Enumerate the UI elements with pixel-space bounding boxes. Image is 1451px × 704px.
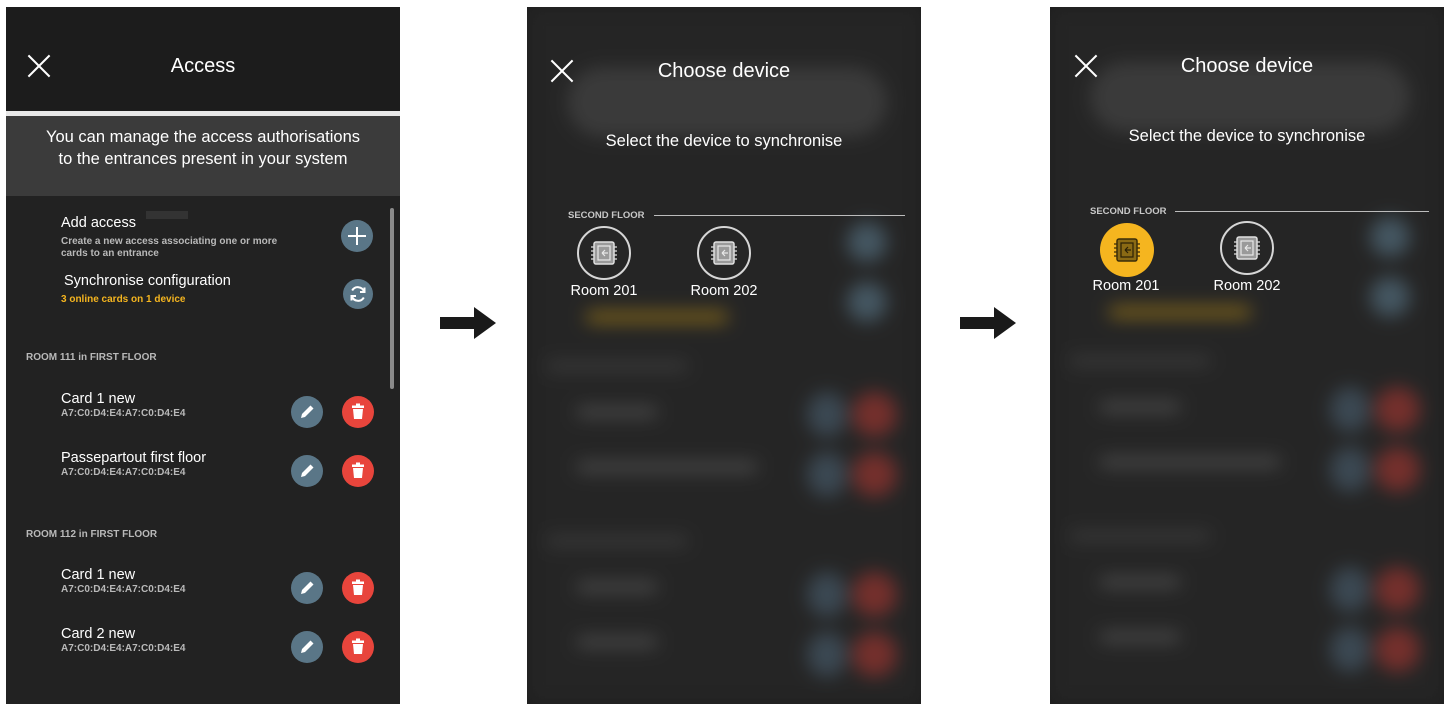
section-header: ROOM 112 in FIRST FLOOR (26, 529, 158, 540)
arrow-shaft (440, 317, 476, 329)
info-text-line1: You can manage the access authorisations (45, 128, 360, 146)
refresh-icon (350, 286, 366, 302)
floor-label: SECOND FLOOR (1090, 206, 1167, 217)
device-button-selected[interactable] (1100, 223, 1154, 277)
door-reader-icon (1114, 238, 1140, 262)
door-reader-icon (711, 241, 737, 265)
trash-icon (352, 579, 364, 595)
edit-button[interactable] (291, 396, 323, 428)
choose-device-screen-selected: Choose device Select the device to synch… (1050, 7, 1444, 704)
pencil-icon (301, 405, 314, 418)
dim-overlay (1050, 7, 1444, 704)
sync-title: Synchronise configuration (64, 273, 231, 289)
device-button[interactable] (1220, 221, 1274, 275)
pencil-icon (301, 464, 314, 477)
sync-status: 3 online cards on 1 device (61, 294, 186, 305)
pencil-icon (301, 640, 314, 653)
page-title: Choose device (1180, 55, 1314, 77)
card-mac: A7:C0:D4:E4:A7:C0:D4:E4 (61, 408, 186, 419)
device-label: Room 202 (1213, 278, 1281, 294)
door-reader-icon (591, 241, 617, 265)
flow-arrow-icon (960, 307, 1016, 339)
card-mac: A7:C0:D4:E4:A7:C0:D4:E4 (61, 643, 186, 654)
arrow-head (474, 307, 496, 339)
card-mac: A7:C0:D4:E4:A7:C0:D4:E4 (61, 467, 186, 478)
device-button[interactable] (697, 226, 751, 280)
arrow-head (994, 307, 1016, 339)
trash-icon (352, 462, 364, 478)
delete-button[interactable] (342, 396, 374, 428)
arrow-shaft (960, 317, 996, 329)
device-label: Room 201 (570, 283, 638, 299)
add-access-desc-line1: Create a new access associating one or m… (61, 236, 278, 247)
delete-button[interactable] (342, 631, 374, 663)
subtitle: Select the device to synchronise (1128, 127, 1366, 145)
info-text-line2: to the entrances present in your system (58, 150, 348, 168)
card-mac: A7:C0:D4:E4:A7:C0:D4:E4 (61, 584, 186, 595)
device-button[interactable] (577, 226, 631, 280)
trash-icon (352, 638, 364, 654)
pencil-icon (301, 581, 314, 594)
device-label: Room 201 (1092, 278, 1160, 294)
card-name: Passepartout first floor (61, 450, 207, 466)
delete-button[interactable] (342, 455, 374, 487)
door-reader-icon (1234, 236, 1260, 260)
add-access-desc-line2: cards to an entrance (61, 248, 159, 259)
scrollbar[interactable] (390, 208, 394, 389)
floor-divider (1175, 211, 1429, 212)
delete-button[interactable] (342, 572, 374, 604)
title-shadow (146, 211, 188, 219)
floor-label: SECOND FLOOR (568, 210, 645, 221)
subtitle: Select the device to synchronise (605, 132, 843, 150)
device-label: Room 202 (690, 283, 758, 299)
page-title: Access (170, 55, 236, 77)
sync-button[interactable] (343, 279, 373, 309)
card-name: Card 1 new (61, 567, 136, 583)
info-banner: You can manage the access authorisations… (6, 116, 400, 196)
edit-button[interactable] (291, 631, 323, 663)
card-name: Card 2 new (61, 626, 136, 642)
section-header: ROOM 111 in FIRST FLOOR (26, 352, 157, 363)
edit-button[interactable] (291, 455, 323, 487)
access-screen: Access You can manage the access authori… (6, 7, 400, 704)
edit-button[interactable] (291, 572, 323, 604)
flow-arrow-icon (440, 307, 496, 339)
card-name: Card 1 new (61, 391, 136, 407)
page-title: Choose device (657, 60, 791, 82)
floor-divider (654, 215, 905, 216)
choose-device-screen: Choose device Select the device to synch… (527, 7, 921, 704)
add-access-title: Add access (61, 215, 136, 231)
dim-overlay (527, 7, 921, 704)
trash-icon (352, 403, 364, 419)
add-access-button[interactable] (341, 220, 373, 252)
